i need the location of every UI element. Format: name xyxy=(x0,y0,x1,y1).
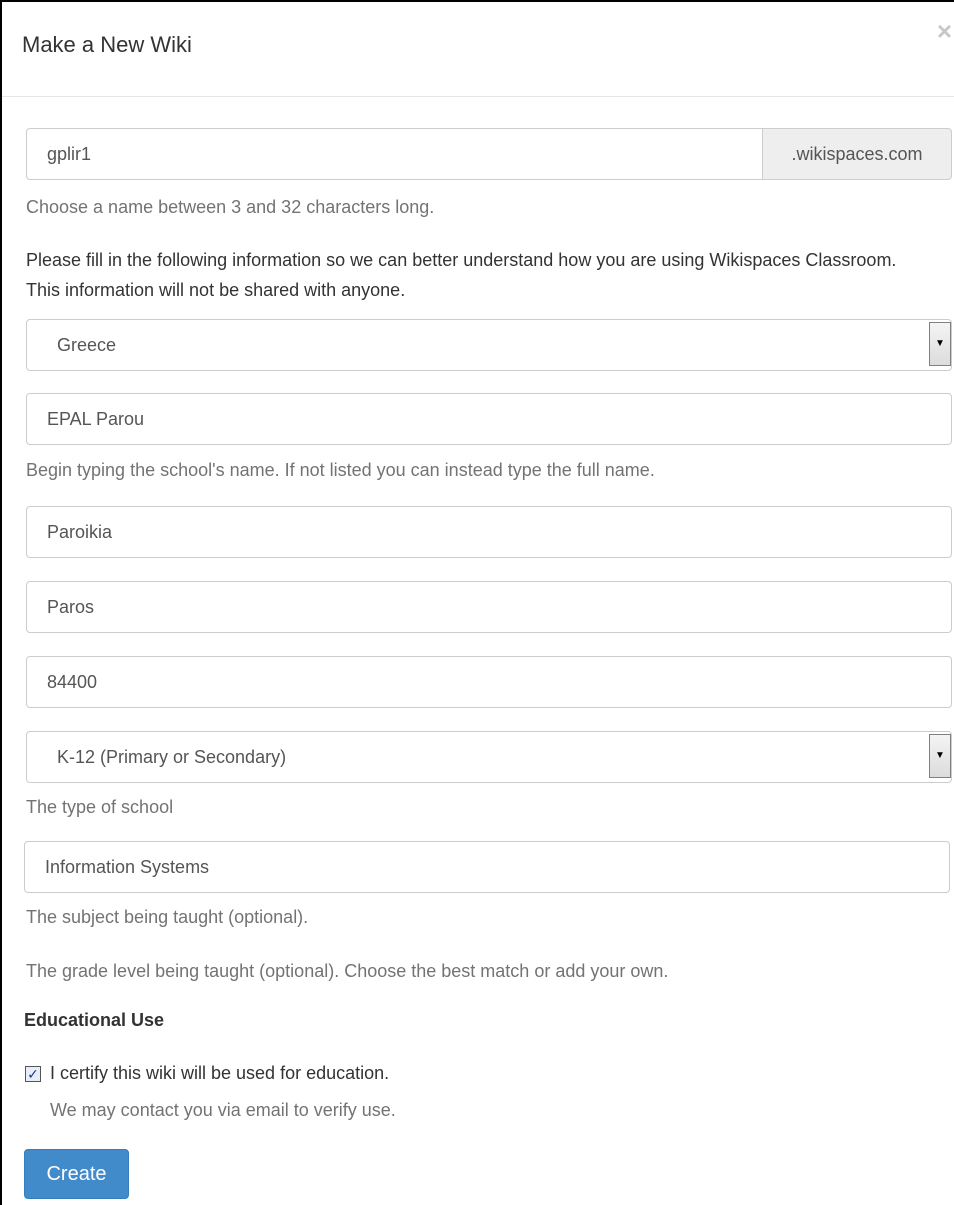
certify-help: We may contact you via email to verify u… xyxy=(50,1100,396,1120)
country-selected-value: Greece xyxy=(57,335,117,355)
info-paragraph: Please fill in the following information… xyxy=(26,250,897,300)
wiki-name-help: Choose a name between 3 and 32 character… xyxy=(26,197,435,217)
modal-left-border xyxy=(0,0,2,1205)
school-type-selected-value: K-12 (Primary or Secondary) xyxy=(57,747,287,767)
certify-label[interactable]: I certify this wiki will be used for edu… xyxy=(50,1063,389,1084)
create-button[interactable]: Create xyxy=(24,1149,129,1199)
educational-use-heading: Educational Use xyxy=(24,1010,165,1030)
checkmark-icon: ✓ xyxy=(27,1066,39,1082)
modal-title: Make a New Wiki xyxy=(22,32,192,57)
modal-header: Make a New Wiki × xyxy=(2,2,954,97)
wiki-name-group: gplir1 .wikispaces.com xyxy=(26,128,952,180)
grade-level-help: The grade level being taught (optional).… xyxy=(26,961,669,981)
postal-code-input[interactable]: 84400 xyxy=(26,656,952,708)
subject-input[interactable]: Information Systems xyxy=(24,841,950,893)
school-type-help: The type of school xyxy=(26,797,174,817)
wiki-domain-suffix: .wikispaces.com xyxy=(762,128,952,180)
close-icon[interactable]: × xyxy=(937,18,952,44)
school-type-select[interactable]: K-12 (Primary or Secondary) ▼ xyxy=(26,731,952,783)
certify-checkbox[interactable]: ✓ xyxy=(25,1066,41,1082)
country-select[interactable]: Greece ▼ xyxy=(26,319,952,371)
city-input[interactable]: Paroikia xyxy=(26,506,952,558)
wiki-name-input[interactable]: gplir1 xyxy=(26,128,763,180)
region-input[interactable]: Paros xyxy=(26,581,952,633)
school-name-input[interactable]: EPAL Parou xyxy=(26,393,952,445)
new-wiki-modal: Make a New Wiki × gplir1 .wikispaces.com… xyxy=(0,0,954,1205)
subject-help: The subject being taught (optional). xyxy=(26,907,309,927)
school-name-help: Begin typing the school's name. If not l… xyxy=(26,460,655,480)
chevron-down-icon[interactable]: ▼ xyxy=(929,322,951,366)
chevron-down-icon[interactable]: ▼ xyxy=(929,734,951,778)
